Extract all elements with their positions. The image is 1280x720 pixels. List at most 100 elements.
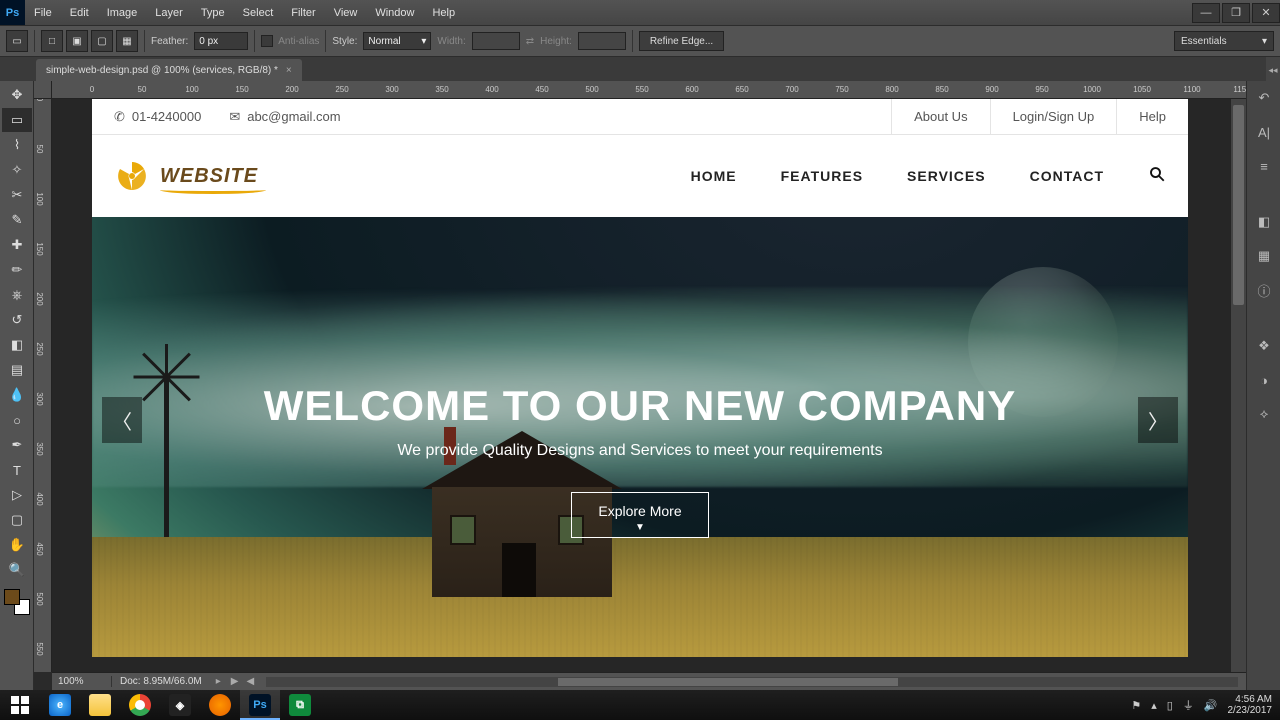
close-button[interactable]: ✕ [1252, 3, 1280, 23]
site-logo[interactable]: WEBSITE [114, 158, 258, 194]
clone-stamp-tool-icon[interactable]: ⎈ [2, 283, 32, 307]
phone-icon: ✆ [114, 109, 125, 125]
menu-window[interactable]: Window [366, 7, 423, 19]
marquee-tool-icon[interactable]: ▭ [2, 108, 32, 132]
taskbar-store[interactable]: ⧉ [280, 690, 320, 720]
info-panel-icon[interactable]: ⓘ [1249, 277, 1279, 303]
new-selection-icon[interactable]: □ [41, 30, 63, 52]
paths-panel-icon[interactable]: ⟡ [1249, 401, 1279, 427]
playback-icon[interactable]: ◀ [242, 676, 258, 687]
canvas-viewport[interactable]: ✆01-4240000 ✉abc@gmail.com About Us Logi… [52, 99, 1246, 672]
nav-features[interactable]: FEATURES [781, 168, 863, 184]
menu-filter[interactable]: Filter [282, 7, 324, 19]
maximize-button[interactable]: ❐ [1222, 3, 1250, 23]
panel-collapse-icon[interactable]: ◂◂ [1266, 57, 1280, 83]
vertical-ruler[interactable]: 050100150200250300350400450500550 [34, 99, 52, 672]
zoom-tool-icon[interactable]: 🔍 [2, 558, 32, 582]
scrollbar-thumb[interactable] [558, 678, 898, 686]
document-tab[interactable]: simple-web-design.psd @ 100% (services, … [36, 59, 302, 81]
horizontal-ruler[interactable]: 0501001502002503003504004505005506006507… [52, 81, 1246, 99]
swatches-panel-icon[interactable]: ▦ [1249, 243, 1279, 269]
history-panel-icon[interactable]: ↶ [1249, 85, 1279, 111]
height-label: Height: [540, 36, 572, 47]
minimize-button[interactable]: — [1192, 3, 1220, 23]
type-tool-icon[interactable]: T [2, 458, 32, 482]
gradient-tool-icon[interactable]: ▤ [2, 358, 32, 382]
style-select[interactable]: Normal▾ [363, 32, 431, 50]
layers-panel-icon[interactable]: ❖ [1249, 333, 1279, 359]
menu-image[interactable]: Image [98, 7, 147, 19]
taskbar-ie[interactable]: e [40, 690, 80, 720]
antialias-checkbox[interactable]: Anti-alias [261, 35, 319, 47]
shape-tool-icon[interactable]: ▢ [2, 508, 32, 532]
scrollbar-thumb[interactable] [1233, 105, 1244, 305]
crop-tool-icon[interactable]: ✂ [2, 183, 32, 207]
nav-home[interactable]: HOME [691, 168, 737, 184]
ruler-origin[interactable] [34, 81, 52, 99]
paragraph-panel-icon[interactable]: ≡ [1249, 153, 1279, 179]
menu-layer[interactable]: Layer [146, 7, 192, 19]
taskbar-explorer[interactable] [80, 690, 120, 720]
menu-select[interactable]: Select [234, 7, 283, 19]
hand-tool-icon[interactable]: ✋ [2, 533, 32, 557]
menu-file[interactable]: File [25, 7, 61, 19]
brush-tool-icon[interactable]: ✏ [2, 258, 32, 282]
refine-edge-button[interactable]: Refine Edge... [639, 31, 724, 51]
path-selection-tool-icon[interactable]: ▷ [2, 483, 32, 507]
topbar-link-about[interactable]: About Us [891, 99, 989, 134]
color-swatches[interactable] [2, 587, 32, 617]
color-panel-icon[interactable]: ◧ [1249, 209, 1279, 235]
eraser-tool-icon[interactable]: ◧ [2, 333, 32, 357]
pen-tool-icon[interactable]: ✒ [2, 433, 32, 457]
channels-panel-icon[interactable]: ◑ [1249, 367, 1279, 393]
lasso-tool-icon[interactable]: ⌇ [2, 133, 32, 157]
horizontal-scrollbar[interactable] [266, 677, 1238, 687]
history-brush-tool-icon[interactable]: ↺ [2, 308, 32, 332]
tray-flag-icon[interactable]: ⚑ [1131, 699, 1141, 712]
subtract-selection-icon[interactable]: ▢ [91, 30, 113, 52]
tray-network-icon[interactable]: ⏚ [1183, 697, 1194, 713]
dodge-tool-icon[interactable]: ○ [2, 408, 32, 432]
magic-wand-tool-icon[interactable]: ✧ [2, 158, 32, 182]
menu-type[interactable]: Type [192, 7, 234, 19]
doc-info[interactable]: Doc: 8.95M/66.0M [112, 676, 210, 687]
menu-edit[interactable]: Edit [61, 7, 98, 19]
options-bar: ▭ □ ▣ ▢ ▦ Feather: Anti-alias Style: Nor… [0, 25, 1280, 57]
taskbar-chrome[interactable] [120, 690, 160, 720]
hero-cta-button[interactable]: Explore More▼ [571, 492, 708, 538]
menu-view[interactable]: View [325, 7, 367, 19]
zoom-level[interactable]: 100% [52, 676, 112, 687]
foreground-color-swatch[interactable] [4, 589, 20, 605]
windows-taskbar: e ◈ Ps ⧉ ⚑ ▴ ▯ ⏚ 🔊 4:56 AM 2/23/2017 [0, 690, 1280, 720]
info-arrow-icon[interactable]: ▸ [210, 676, 227, 687]
tray-volume-icon[interactable]: 🔊 [1204, 699, 1218, 712]
nav-services[interactable]: SERVICES [907, 168, 986, 184]
healing-brush-tool-icon[interactable]: ✚ [2, 233, 32, 257]
intersect-selection-icon[interactable]: ▦ [116, 30, 138, 52]
document-canvas[interactable]: ✆01-4240000 ✉abc@gmail.com About Us Logi… [92, 99, 1188, 657]
nav-contact[interactable]: CONTACT [1030, 168, 1104, 184]
start-button[interactable] [0, 690, 40, 720]
move-tool-icon[interactable]: ✥ [2, 83, 32, 107]
tray-battery-icon[interactable]: ▯ [1167, 699, 1173, 712]
taskbar-photoshop[interactable]: Ps [240, 690, 280, 720]
taskbar-clock[interactable]: 4:56 AM 2/23/2017 [1228, 694, 1273, 716]
playback-icon[interactable]: ▶ [227, 676, 243, 687]
character-panel-icon[interactable]: A| [1249, 119, 1279, 145]
eyedropper-tool-icon[interactable]: ✎ [2, 208, 32, 232]
tray-up-icon[interactable]: ▴ [1151, 699, 1157, 712]
menu-help[interactable]: Help [423, 7, 464, 19]
feather-input[interactable] [194, 32, 248, 50]
topbar-link-help[interactable]: Help [1116, 99, 1188, 134]
add-selection-icon[interactable]: ▣ [66, 30, 88, 52]
taskbar-firefox[interactable] [200, 690, 240, 720]
tool-preset-icon[interactable]: ▭ [6, 30, 28, 52]
close-tab-icon[interactable]: × [286, 65, 292, 76]
search-icon[interactable] [1148, 165, 1166, 188]
vertical-scrollbar[interactable] [1231, 99, 1246, 672]
blur-tool-icon[interactable]: 💧 [2, 383, 32, 407]
workspace-select[interactable]: Essentials▾ [1174, 31, 1274, 51]
taskbar-unity[interactable]: ◈ [160, 690, 200, 720]
document-tab-title: simple-web-design.psd @ 100% (services, … [46, 65, 278, 76]
topbar-link-login[interactable]: Login/Sign Up [990, 99, 1117, 134]
